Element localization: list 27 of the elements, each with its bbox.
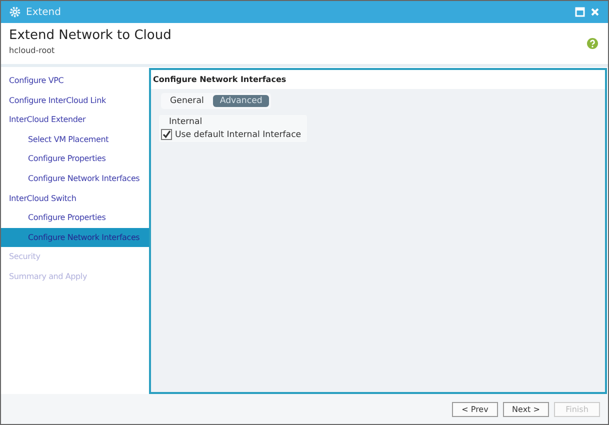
tab[interactable]: Advanced [212,95,270,107]
page-title: Extend Network to Cloud [9,28,172,43]
sidebar-item[interactable]: Configure Properties [1,208,149,228]
checkbox-label: Use default Internal Interface [175,130,302,140]
help-icon[interactable] [587,38,598,49]
sidebar-item[interactable]: Configure Network Interfaces [1,168,149,189]
wizard-button: Finish [554,402,600,416]
sidebar-item[interactable]: InterCloud Switch [1,188,149,208]
sidebar-item[interactable]: Configure Network Interfaces [1,228,149,248]
sidebar-item: Summary and Apply [8,270,88,283]
page-subtitle: hcloud-root [9,46,56,55]
window-title: Extend [26,6,61,18]
sidebar-item[interactable]: Select VM Placement [1,130,149,150]
sidebar-item[interactable]: Configure InterCloud Link [1,90,149,110]
sidebar-item[interactable]: InterCloud Extender [1,110,149,130]
sidebar-item[interactable]: Configure Properties [1,149,149,169]
panel-title: Configure Network Interfaces [151,70,605,89]
sidebar-item: Security [8,251,42,264]
sidebar-item[interactable]: Configure VPC [1,71,149,91]
maximize-icon[interactable] [575,7,585,17]
gear-icon [9,6,21,18]
wizard-button[interactable]: Next > [503,402,549,416]
checkbox[interactable] [161,129,172,140]
tab[interactable]: General [163,95,211,107]
group-legend: Internal [169,117,302,127]
wizard-button[interactable]: < Prev [452,402,498,416]
close-icon[interactable] [590,7,600,17]
